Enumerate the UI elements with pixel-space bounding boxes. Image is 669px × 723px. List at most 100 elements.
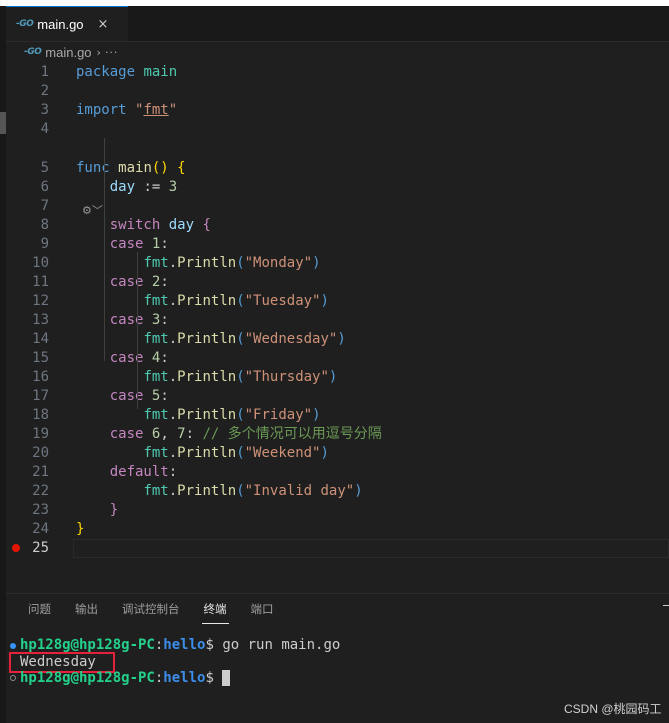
- line-number: 13: [32, 312, 49, 328]
- code-line[interactable]: 6 day := 3: [6, 178, 669, 197]
- panel-tab[interactable]: 调试控制台: [120, 598, 182, 624]
- code-text: import "fmt": [76, 102, 178, 118]
- panel-tab[interactable]: 问题: [26, 598, 53, 624]
- breakpoint-icon[interactable]: [12, 544, 20, 552]
- code-text: }: [109, 502, 119, 518]
- code-line[interactable]: 22 fmt.Println("Invalid day"): [6, 482, 669, 501]
- code-text: fmt.Println("Invalid day"): [143, 483, 363, 499]
- panel-divider: [6, 593, 669, 594]
- code-line[interactable]: 13 case 3:: [6, 311, 669, 330]
- terminal-cursor: [222, 670, 231, 686]
- editor-tab-bar: -GO main.go ×: [6, 6, 669, 42]
- code-text: case 5:: [109, 388, 169, 404]
- panel-tab[interactable]: 输出: [73, 598, 100, 624]
- line-number: 17: [32, 388, 49, 404]
- close-icon[interactable]: ×: [98, 17, 109, 32]
- code-text: fmt.Println("Friday"): [143, 407, 321, 423]
- code-text: case 1:: [109, 236, 169, 252]
- watermark: CSDN @桃园码工: [564, 702, 662, 716]
- code-text: fmt.Println("Thursday"): [143, 369, 338, 385]
- code-line[interactable]: 16 fmt.Println("Thursday"): [6, 368, 669, 387]
- line-number: 5: [40, 160, 49, 176]
- chevron-right-icon: ›: [96, 45, 101, 59]
- line-number: 2: [40, 83, 49, 99]
- panel-tab[interactable]: 端口: [249, 598, 276, 624]
- code-line[interactable]: 23 }: [6, 501, 669, 520]
- code-line[interactable]: 10 fmt.Println("Monday"): [6, 254, 669, 273]
- code-line[interactable]: 15 case 4:: [6, 349, 669, 368]
- line-number: 12: [32, 293, 49, 309]
- code-line[interactable]: 24}: [6, 520, 669, 539]
- code-line[interactable]: 3 import "fmt": [6, 101, 669, 120]
- breadcrumb-more[interactable]: ···: [105, 46, 119, 59]
- code-line[interactable]: 21 default:: [6, 463, 669, 482]
- line-number: 4: [40, 121, 49, 137]
- terminal-prompt-line-2: hp128g@hp128g-PC:hello$: [20, 669, 231, 688]
- terminal-user-host: hp128g@hp128g-PC: [20, 637, 155, 653]
- line-number: 6: [40, 179, 49, 195]
- line-number: 7: [40, 198, 49, 214]
- indent-guide: [137, 252, 138, 409]
- line-number: 15: [32, 350, 49, 366]
- code-text: func main() {: [76, 160, 186, 176]
- code-text: switch day {: [109, 217, 211, 233]
- line-number: 23: [32, 502, 49, 518]
- code-text: }: [76, 521, 85, 537]
- code-text: case 4:: [109, 350, 169, 366]
- terminal-command: go run main.go: [213, 637, 341, 653]
- code-text: case 6, 7: // 多个情况可以用逗号分隔: [109, 426, 382, 442]
- code-text: case 3:: [109, 312, 169, 328]
- line-number: 19: [32, 426, 49, 442]
- line-number: 1: [40, 64, 49, 80]
- line-number: 10: [32, 255, 49, 271]
- code-text: case 2:: [109, 274, 169, 290]
- code-line[interactable]: 17 case 5:: [6, 387, 669, 406]
- line-number: 16: [32, 369, 49, 385]
- code-editor[interactable]: ⚙︎﹀ 1 package main 2 3 import "fmt" 4 5 func ma…: [6, 63, 669, 593]
- tab-main-go[interactable]: -GO main.go ×: [6, 6, 128, 41]
- line-number: 24: [32, 521, 49, 537]
- line-number: 8: [40, 217, 49, 233]
- code-line[interactable]: 19 case 6, 7: // 多个情况可以用逗号分隔: [6, 425, 669, 444]
- command-success-icon: [10, 643, 16, 649]
- indent-guide: [104, 138, 105, 361]
- command-pending-icon: [10, 675, 16, 681]
- code-text: package main: [76, 64, 178, 80]
- line-number: 3: [40, 102, 49, 118]
- panel-tab[interactable]: 终端: [201, 598, 229, 624]
- panel-menu-icon[interactable]: [663, 605, 669, 606]
- line-number: 11: [32, 274, 49, 290]
- code-text: day := 3: [109, 179, 178, 195]
- code-line[interactable]: 12 fmt.Println("Tuesday"): [6, 292, 669, 311]
- code-line[interactable]: 14 fmt.Println("Wednesday"): [6, 330, 669, 349]
- code-line[interactable]: 25: [6, 539, 669, 558]
- tab-label: main.go: [37, 16, 84, 32]
- line-number: 22: [32, 483, 49, 499]
- line-number: 20: [32, 445, 49, 461]
- panel-tabs: 问题 输出 调试控制台 终端 端口: [6, 598, 276, 624]
- code-text: fmt.Println("Wednesday"): [143, 331, 346, 347]
- go-file-icon: -GO: [16, 19, 34, 29]
- line-number: 21: [32, 464, 49, 480]
- line-number: 18: [32, 407, 49, 423]
- code-line[interactable]: 5 func main() {: [6, 159, 669, 178]
- go-file-icon: -GO: [24, 47, 42, 57]
- code-text: fmt.Println("Tuesday"): [143, 293, 329, 309]
- code-line[interactable]: 1 package main: [6, 63, 669, 82]
- breadcrumb: -GO main.go › ···: [6, 41, 669, 63]
- code-text: default:: [109, 464, 178, 480]
- line-number: 9: [40, 236, 49, 252]
- code-line[interactable]: 9 case 1:: [6, 235, 669, 254]
- code-line[interactable]: 4: [6, 120, 669, 139]
- terminal-dir: hello: [163, 637, 206, 653]
- code-text: fmt.Println("Weekend"): [143, 445, 329, 461]
- breadcrumb-file[interactable]: main.go: [45, 45, 91, 60]
- code-line[interactable]: 18 fmt.Println("Friday"): [6, 406, 669, 425]
- code-line[interactable]: 8 switch day {: [6, 216, 669, 235]
- code-line[interactable]: 2: [6, 82, 669, 101]
- code-line[interactable]: 11 case 2:: [6, 273, 669, 292]
- code-text: fmt.Println("Monday"): [143, 255, 321, 271]
- code-line[interactable]: 20 fmt.Println("Weekend"): [6, 444, 669, 463]
- code-line[interactable]: 7: [6, 197, 669, 216]
- line-number: 14: [32, 331, 49, 347]
